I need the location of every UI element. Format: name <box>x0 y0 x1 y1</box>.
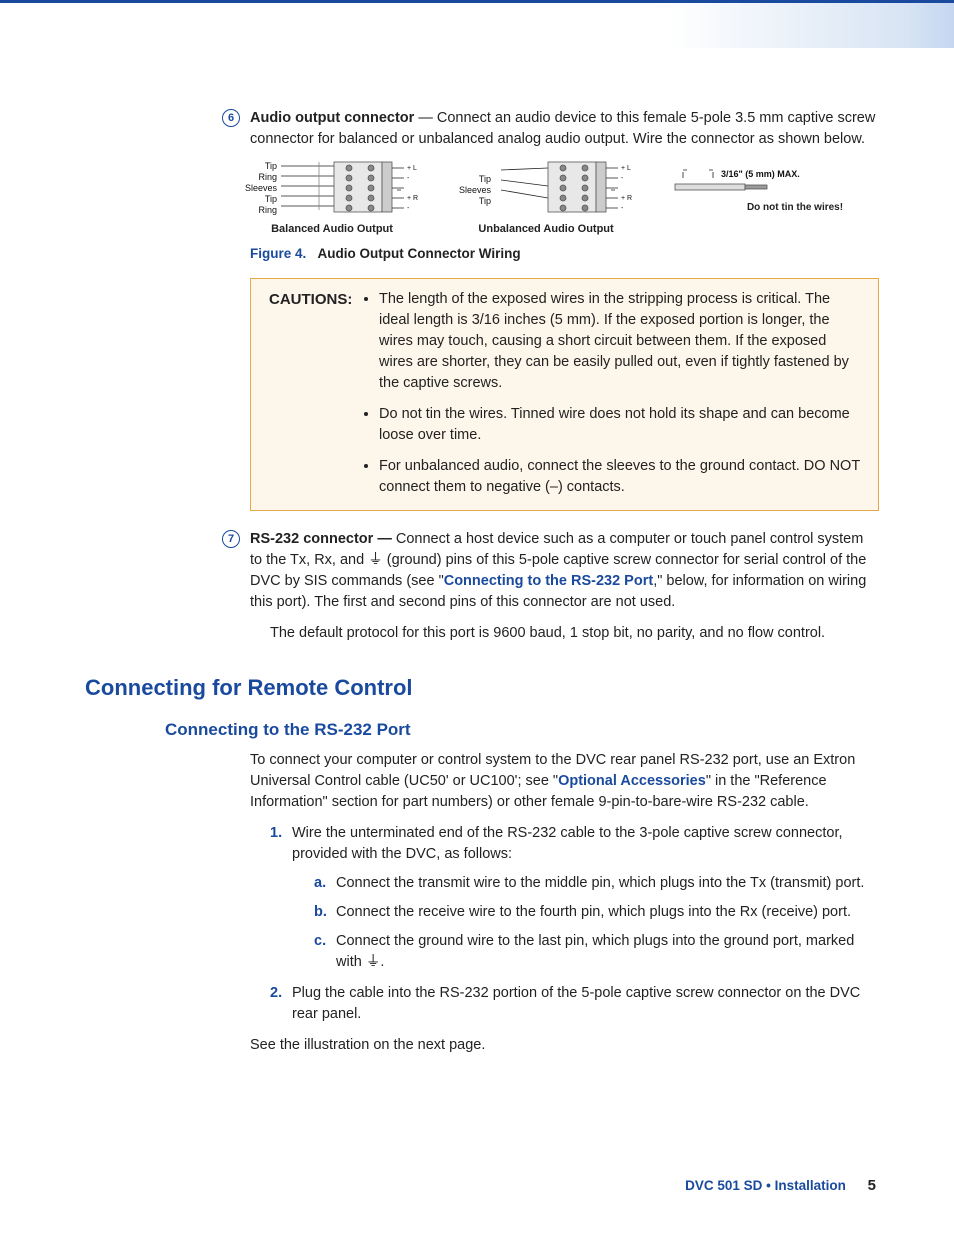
pin-label: Sleeves <box>459 185 491 196</box>
step-1b: Connect the receive wire to the fourth p… <box>314 902 879 923</box>
pin-label: Tip <box>459 196 491 207</box>
callout-number-7: 7 <box>222 530 240 548</box>
cautions-list: The length of the exposed wires in the s… <box>361 289 860 498</box>
svg-text:R: R <box>627 195 632 202</box>
step-1-text: Wire the unterminated end of the RS-232 … <box>292 825 843 862</box>
figure-number: Figure 4. <box>250 246 306 261</box>
item-7-block: 7 RS-232 connector — Connect a host devi… <box>250 529 879 613</box>
step-1: Wire the unterminated end of the RS-232 … <box>270 823 879 973</box>
svg-text:-: - <box>407 205 410 212</box>
svg-text:+: + <box>621 195 625 202</box>
pin-label: Sleeves <box>245 183 277 194</box>
pin-label: Tip <box>459 174 491 185</box>
pin-label: Ring <box>245 172 277 183</box>
pin-label: Ring <box>245 205 277 216</box>
page-number: 5 <box>868 1177 876 1194</box>
rs232-link[interactable]: Connecting to the RS-232 Port <box>444 573 653 589</box>
balanced-pin-labels: Tip Ring Sleeves Tip Ring <box>245 161 277 216</box>
step-1c-text-a: Connect the ground wire to the last pin,… <box>336 933 854 970</box>
ground-icon: ⏚ <box>366 954 381 970</box>
section-heading-remote-control: Connecting for Remote Control <box>85 672 879 704</box>
svg-text:L: L <box>627 165 631 172</box>
connector-diagrams: Tip Ring Sleeves Tip Ring <box>245 160 879 238</box>
cautions-label: CAUTIONS: <box>269 289 361 311</box>
caution-item: For unbalanced audio, connect the sleeve… <box>379 456 860 498</box>
figure-title: Audio Output Connector Wiring <box>318 246 521 261</box>
subsection-heading-rs232: Connecting to the RS-232 Port <box>165 718 879 743</box>
caution-item: Do not tin the wires. Tinned wire does n… <box>379 404 860 446</box>
ground-icon: ⏚ <box>368 552 383 568</box>
page-content: 6 Audio output connector — Connect an au… <box>0 48 954 1056</box>
step-1a: Connect the transmit wire to the middle … <box>314 873 879 894</box>
item-6-title: Audio output connector <box>250 110 414 126</box>
step-1-substeps: Connect the transmit wire to the middle … <box>314 873 879 973</box>
item-7-title: RS-232 connector — <box>250 531 392 547</box>
balanced-caption: Balanced Audio Output <box>271 222 393 238</box>
unbalanced-pin-labels: Tip Sleeves Tip <box>459 170 491 207</box>
optional-accessories-link[interactable]: Optional Accessories <box>558 773 706 789</box>
unbalanced-connector-icon: +L - +R - <box>493 160 633 216</box>
svg-text:-: - <box>621 175 624 182</box>
footer-text: DVC 501 SD • Installation <box>685 1178 846 1193</box>
caution-item: The length of the exposed wires in the s… <box>379 289 860 394</box>
svg-text:L: L <box>413 165 417 172</box>
item-6-block: 6 Audio output connector — Connect an au… <box>250 108 879 150</box>
do-not-tin-label: Do not tin the wires! <box>673 201 843 215</box>
balanced-output-diagram: Tip Ring Sleeves Tip Ring <box>245 160 419 238</box>
svg-text:R: R <box>413 195 418 202</box>
step-1c-text-b: . <box>380 954 384 970</box>
balanced-connector-icon: +L - +R - <box>279 160 419 216</box>
figure-4-caption: Figure 4. Audio Output Connector Wiring <box>250 244 879 264</box>
pin-label: Tip <box>245 161 277 172</box>
svg-text:+: + <box>407 165 411 172</box>
see-illustration: See the illustration on the next page. <box>250 1035 879 1056</box>
cautions-box: CAUTIONS: The length of the exposed wire… <box>250 278 879 511</box>
step-2: Plug the cable into the RS-232 portion o… <box>270 983 879 1025</box>
unbalanced-output-diagram: Tip Sleeves Tip <box>459 160 633 238</box>
svg-text:+: + <box>621 165 625 172</box>
svg-text:-: - <box>621 205 624 212</box>
item-7-body2: The default protocol for this port is 96… <box>270 623 879 644</box>
svg-text:3/16" (5 mm) MAX.: 3/16" (5 mm) MAX. <box>721 169 800 179</box>
wire-strip-icon: 3/16" (5 mm) MAX. <box>673 166 833 196</box>
svg-text:+: + <box>407 195 411 202</box>
rs232-steps: Wire the unterminated end of the RS-232 … <box>270 823 879 1025</box>
unbalanced-caption: Unbalanced Audio Output <box>478 222 613 238</box>
callout-number-6: 6 <box>222 109 240 127</box>
step-1c: Connect the ground wire to the last pin,… <box>314 931 879 973</box>
page-footer: DVC 501 SD • Installation 5 <box>685 1175 876 1197</box>
rs232-intro: To connect your computer or control syst… <box>250 750 879 813</box>
wire-strip-spec: 3/16" (5 mm) MAX. Do not tin the wires! <box>673 166 843 215</box>
svg-text:-: - <box>407 175 410 182</box>
top-gradient-bar <box>0 0 954 48</box>
pin-label: Tip <box>245 194 277 205</box>
